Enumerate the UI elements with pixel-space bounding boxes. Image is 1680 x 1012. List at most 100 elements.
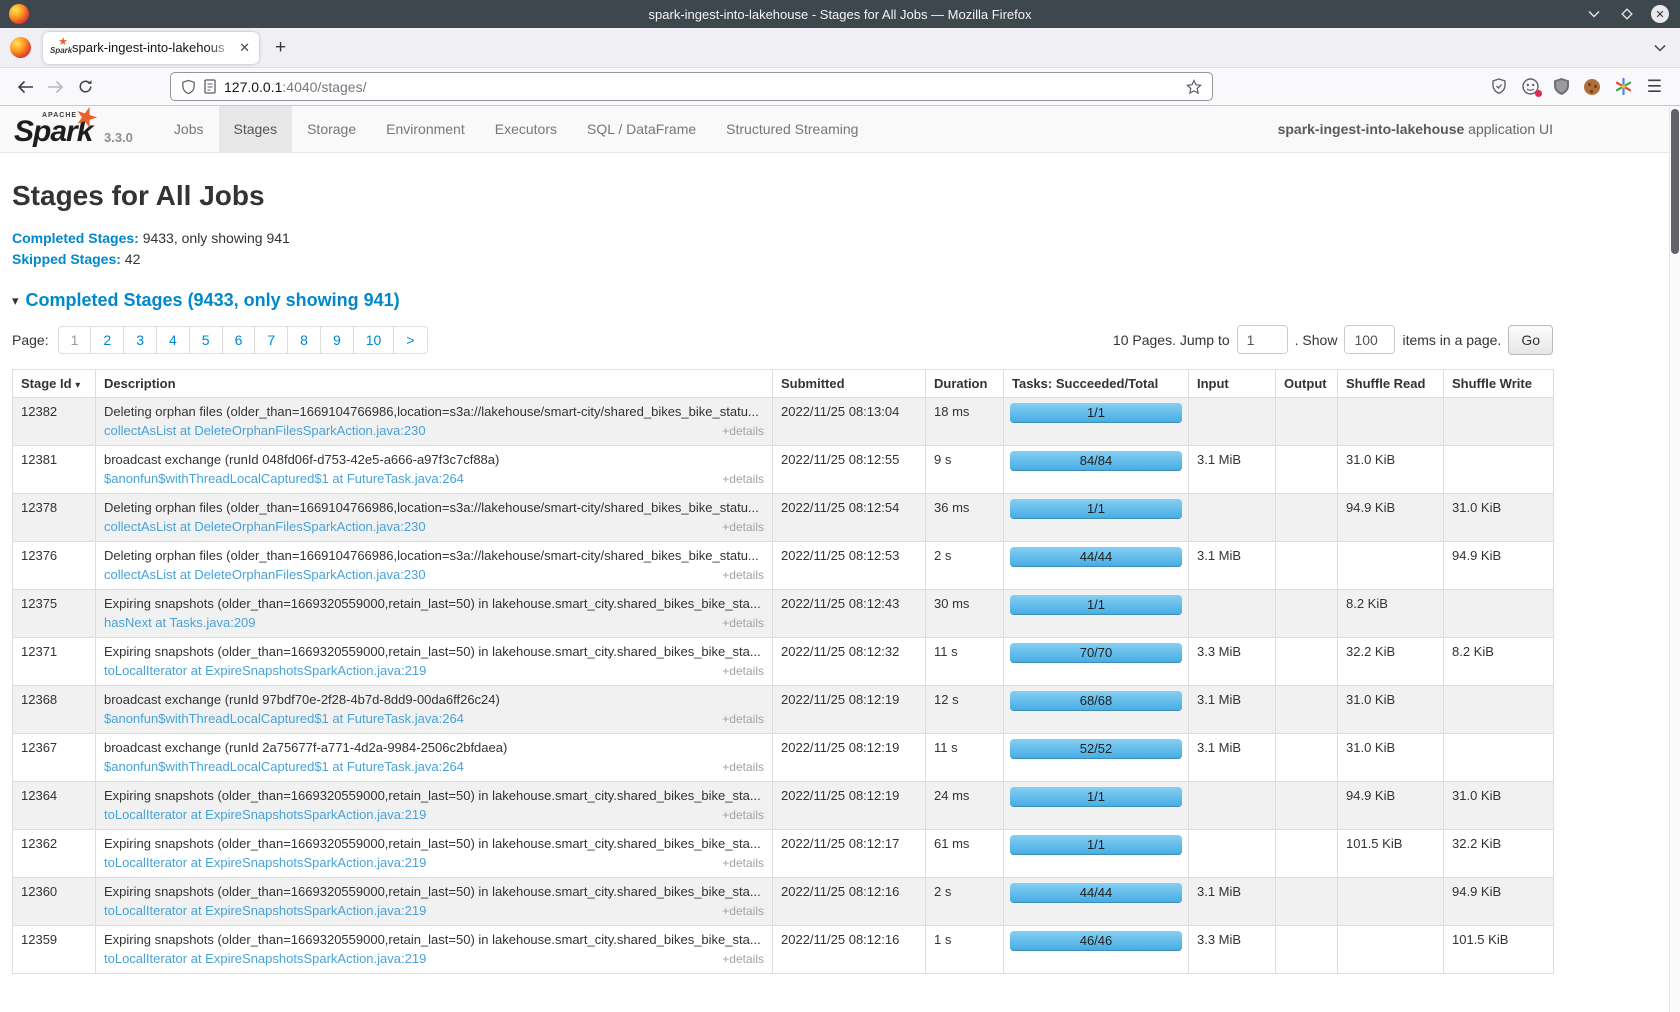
close-icon[interactable]: ✕: [1651, 5, 1669, 23]
nav-item-jobs[interactable]: Jobs: [159, 106, 219, 152]
nav-item-environment[interactable]: Environment: [371, 106, 480, 152]
column-shuffle-write[interactable]: Shuffle Write: [1444, 370, 1554, 398]
colorful-asterisk-icon[interactable]: [1615, 78, 1632, 95]
page-button->[interactable]: >: [394, 326, 427, 354]
details-toggle[interactable]: +details: [722, 424, 764, 438]
back-icon[interactable]: [10, 80, 40, 94]
tab-close-icon[interactable]: ✕: [237, 40, 252, 56]
details-toggle[interactable]: +details: [722, 616, 764, 630]
go-button[interactable]: Go: [1508, 325, 1553, 355]
stage-id-cell: 12376: [13, 542, 96, 590]
reload-icon[interactable]: [70, 79, 100, 94]
stage-detail-link[interactable]: toLocalIterator at ExpireSnapshotsSparkA…: [104, 663, 426, 678]
details-toggle[interactable]: +details: [722, 520, 764, 534]
show-count-input[interactable]: [1344, 325, 1395, 354]
page-button-10[interactable]: 10: [354, 326, 395, 354]
page-button-8[interactable]: 8: [288, 326, 321, 354]
stage-detail-link[interactable]: toLocalIterator at ExpireSnapshotsSparkA…: [104, 903, 426, 918]
table-row: 12368 broadcast exchange (runId 97bdf70e…: [13, 686, 1554, 734]
page-button-9[interactable]: 9: [321, 326, 354, 354]
column-description[interactable]: Description: [96, 370, 773, 398]
bookmark-star-icon[interactable]: [1186, 79, 1202, 95]
completed-stages-section-header[interactable]: ▾ Completed Stages (9433, only showing 9…: [12, 290, 1553, 311]
page-button-1[interactable]: 1: [58, 326, 92, 354]
tasks-cell: 44/44: [1004, 542, 1189, 590]
bookmark-shield-extension-icon[interactable]: [1491, 78, 1507, 95]
details-toggle[interactable]: +details: [722, 568, 764, 582]
page-info-icon[interactable]: [204, 79, 216, 94]
forward-icon[interactable]: [40, 80, 70, 94]
stage-detail-link[interactable]: toLocalIterator at ExpireSnapshotsSparkA…: [104, 951, 426, 966]
page-button-3[interactable]: 3: [124, 326, 157, 354]
stage-detail-link[interactable]: collectAsList at DeleteOrphanFilesSparkA…: [104, 567, 426, 582]
stage-detail-link[interactable]: collectAsList at DeleteOrphanFilesSparkA…: [104, 423, 426, 438]
table-row: 12382 Deleting orphan files (older_than=…: [13, 398, 1554, 446]
tasks-progress-bar: 1/1: [1010, 835, 1182, 855]
page-scrollbar[interactable]: [1669, 107, 1680, 1012]
nav-item-structured-streaming[interactable]: Structured Streaming: [711, 106, 873, 152]
page-button-6[interactable]: 6: [223, 326, 256, 354]
nav-item-sql-dataframe[interactable]: SQL / DataFrame: [572, 106, 711, 152]
stage-detail-link[interactable]: hasNext at Tasks.java:209: [104, 615, 256, 630]
jump-to-input[interactable]: [1237, 325, 1288, 354]
details-toggle[interactable]: +details: [722, 472, 764, 486]
nav-item-stages[interactable]: Stages: [219, 106, 293, 152]
skipped-stages-link[interactable]: Skipped Stages:: [12, 251, 121, 267]
maximize-icon[interactable]: [1618, 5, 1636, 23]
stage-detail-link[interactable]: collectAsList at DeleteOrphanFilesSparkA…: [104, 519, 426, 534]
completed-stages-link[interactable]: Completed Stages:: [12, 230, 139, 246]
input-cell: 3.1 MiB: [1189, 446, 1276, 494]
column-output[interactable]: Output: [1276, 370, 1338, 398]
browser-tab[interactable]: ★Spark spark-ingest-into-lakehous ✕: [43, 32, 259, 64]
new-tab-button[interactable]: +: [275, 37, 286, 59]
spark-logo[interactable]: APACHE Spark ★: [14, 106, 92, 152]
stage-detail-link[interactable]: $anonfun$withThreadLocalCaptured$1 at Fu…: [104, 759, 464, 774]
list-tabs-chevron-icon[interactable]: [1654, 44, 1666, 52]
firefox-view-icon[interactable]: [10, 37, 31, 58]
tasks-cell: 46/46: [1004, 926, 1189, 974]
stage-detail-link[interactable]: $anonfun$withThreadLocalCaptured$1 at Fu…: [104, 471, 464, 486]
page-button-2[interactable]: 2: [91, 326, 124, 354]
details-toggle[interactable]: +details: [722, 664, 764, 678]
ublock-shield-icon[interactable]: [1554, 78, 1569, 95]
tasks-cell: 1/1: [1004, 590, 1189, 638]
column-stage-id[interactable]: Stage Id ▾: [13, 370, 96, 398]
page-button-4[interactable]: 4: [157, 326, 190, 354]
column-duration[interactable]: Duration: [926, 370, 1004, 398]
column-tasks[interactable]: Tasks: Succeeded/Total: [1004, 370, 1189, 398]
spark-nav: JobsStagesStorageEnvironmentExecutorsSQL…: [159, 106, 874, 152]
nav-item-executors[interactable]: Executors: [480, 106, 572, 152]
page-button-7[interactable]: 7: [255, 326, 288, 354]
mask-extension-icon[interactable]: [1522, 78, 1539, 95]
details-toggle[interactable]: +details: [722, 760, 764, 774]
details-toggle[interactable]: +details: [722, 904, 764, 918]
tasks-progress: 1/1: [1010, 835, 1182, 855]
cookie-icon[interactable]: [1584, 79, 1600, 95]
details-toggle[interactable]: +details: [722, 952, 764, 966]
minimize-icon[interactable]: [1585, 5, 1603, 23]
stage-detail-link[interactable]: $anonfun$withThreadLocalCaptured$1 at Fu…: [104, 711, 464, 726]
shuffle-read-cell: 94.9 KiB: [1338, 494, 1444, 542]
stage-detail-link[interactable]: toLocalIterator at ExpireSnapshotsSparkA…: [104, 807, 426, 822]
details-toggle[interactable]: +details: [722, 856, 764, 870]
shield-icon[interactable]: [181, 79, 196, 95]
pager: 12345678910>: [58, 326, 428, 354]
menu-hamburger-icon[interactable]: ☰: [1647, 77, 1662, 97]
column-shuffle-read[interactable]: Shuffle Read: [1338, 370, 1444, 398]
column-input[interactable]: Input: [1189, 370, 1276, 398]
details-toggle[interactable]: +details: [722, 712, 764, 726]
table-row: 12360 Expiring snapshots (older_than=166…: [13, 878, 1554, 926]
duration-cell: 11 s: [926, 734, 1004, 782]
nav-item-storage[interactable]: Storage: [292, 106, 371, 152]
shuffle-write-cell: [1444, 686, 1554, 734]
scrollbar-thumb[interactable]: [1671, 109, 1679, 254]
tasks-cell: 1/1: [1004, 398, 1189, 446]
url-bar[interactable]: 127.0.0.1:4040/stages/: [170, 72, 1213, 101]
duration-cell: 18 ms: [926, 398, 1004, 446]
details-toggle[interactable]: +details: [722, 808, 764, 822]
input-cell: 3.3 MiB: [1189, 926, 1276, 974]
tasks-progress-bar: 1/1: [1010, 595, 1182, 615]
stage-detail-link[interactable]: toLocalIterator at ExpireSnapshotsSparkA…: [104, 855, 426, 870]
column-submitted[interactable]: Submitted: [773, 370, 926, 398]
page-button-5[interactable]: 5: [190, 326, 223, 354]
